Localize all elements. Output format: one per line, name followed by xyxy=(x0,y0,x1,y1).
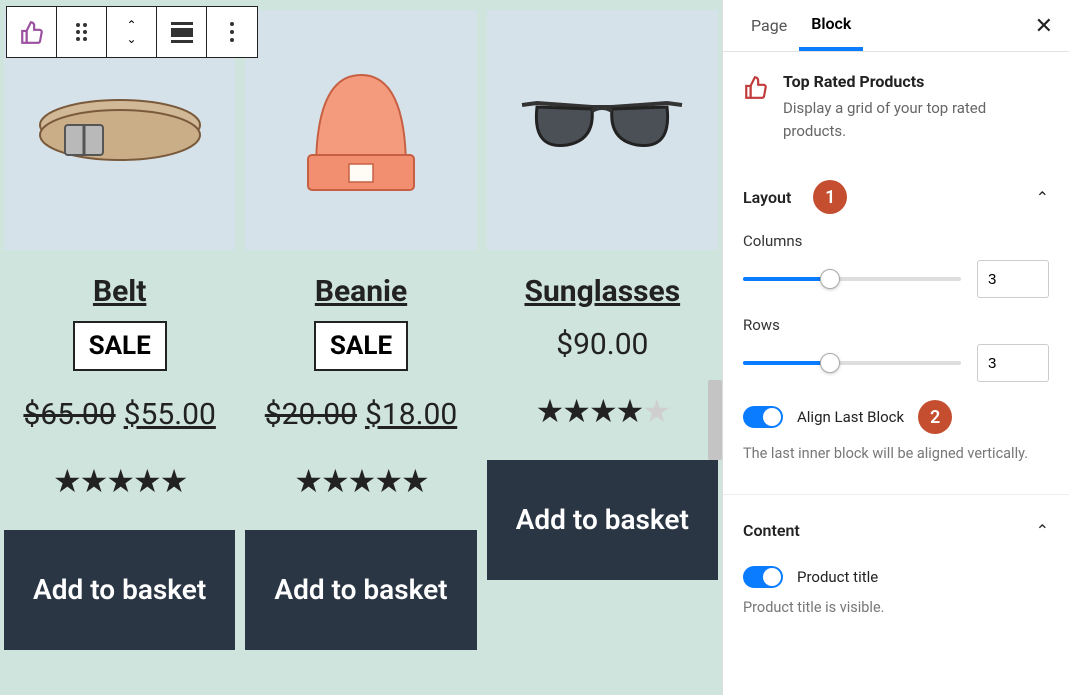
sale-badge: SALE xyxy=(73,321,167,371)
editor-canvas[interactable]: ⌃⌄ Belt SALE $65.00 xyxy=(0,0,722,695)
drag-handle-button[interactable] xyxy=(57,7,107,57)
product-title-link[interactable]: Sunglasses xyxy=(524,274,680,309)
tab-block[interactable]: Block xyxy=(799,0,863,51)
rows-input[interactable] xyxy=(977,344,1049,382)
more-vertical-icon xyxy=(230,22,234,42)
scrollbar[interactable] xyxy=(706,0,722,695)
product-title-help: Product title is visible. xyxy=(743,598,1049,618)
columns-slider[interactable] xyxy=(743,277,961,281)
belt-icon xyxy=(30,85,210,175)
chevron-up-icon: ⌃ xyxy=(1036,521,1049,540)
block-description: Display a grid of your top rated product… xyxy=(783,97,1049,142)
align-last-block-help: The last inner block will be aligned ver… xyxy=(743,444,1049,464)
product-card: Beanie SALE $20.00 $18.00 ★★★★★ Add to b… xyxy=(245,4,476,650)
add-to-basket-button[interactable]: Add to basket xyxy=(487,460,718,580)
tab-page[interactable]: Page xyxy=(739,2,799,49)
chevron-up-icon: ⌃ xyxy=(1036,188,1049,207)
move-up-down-button[interactable]: ⌃⌄ xyxy=(107,7,157,57)
product-title-link[interactable]: Beanie xyxy=(315,274,407,309)
product-image xyxy=(487,10,718,250)
content-section-toggle[interactable]: Content ⌃ xyxy=(723,509,1069,552)
close-sidebar-button[interactable]: ✕ xyxy=(1035,14,1053,39)
price-old: $65.00 xyxy=(23,397,115,432)
section-divider xyxy=(723,494,1069,495)
layout-section-toggle[interactable]: Layout 1 ⌃ xyxy=(723,168,1069,226)
product-card: Sunglasses $90.00 ★★★★★ Add to basket xyxy=(487,4,718,650)
product-rating: ★★★★★ xyxy=(53,462,186,500)
annotation-2: 2 xyxy=(918,400,952,434)
beanie-icon xyxy=(286,50,436,210)
rows-slider[interactable] xyxy=(743,361,961,365)
sidebar-tabs: Page Block ✕ xyxy=(723,0,1069,52)
product-image xyxy=(245,10,476,250)
block-title: Top Rated Products xyxy=(783,72,1049,91)
product-rating: ★★★★★ xyxy=(536,392,669,430)
product-price: $65.00 $55.00 xyxy=(23,397,215,432)
slider-knob[interactable] xyxy=(820,269,840,289)
thumbs-up-icon xyxy=(743,74,769,142)
columns-input[interactable] xyxy=(977,260,1049,298)
price-new: $18.00 xyxy=(365,397,457,432)
layout-heading: Layout xyxy=(743,188,791,207)
scrollbar-thumb[interactable] xyxy=(708,380,722,460)
block-toolbar: ⌃⌄ xyxy=(6,6,258,58)
product-title-link[interactable]: Belt xyxy=(93,274,146,309)
slider-knob[interactable] xyxy=(820,353,840,373)
product-title-toggle[interactable] xyxy=(743,566,783,588)
content-heading: Content xyxy=(743,521,800,540)
product-rating: ★★★★★ xyxy=(294,462,427,500)
align-last-block-label: Align Last Block xyxy=(797,408,904,426)
product-title-label: Product title xyxy=(797,568,878,586)
price-old: $20.00 xyxy=(265,397,357,432)
thumbs-up-icon xyxy=(19,19,45,45)
annotation-1: 1 xyxy=(813,180,847,214)
block-type-button[interactable] xyxy=(7,7,57,57)
block-info: Top Rated Products Display a grid of you… xyxy=(723,52,1069,168)
layout-section-body: Columns Rows Align Last Block xyxy=(723,226,1069,480)
chevrons-icon: ⌃⌄ xyxy=(126,19,136,45)
content-section-body: Product title Product title is visible. xyxy=(723,552,1069,634)
products-grid: Belt SALE $65.00 $55.00 ★★★★★ Add to bas… xyxy=(4,4,718,650)
columns-label: Columns xyxy=(743,232,1049,250)
align-button[interactable] xyxy=(157,7,207,57)
settings-sidebar: Page Block ✕ Top Rated Products Display … xyxy=(722,0,1069,695)
align-icon xyxy=(171,22,193,43)
product-price: $20.00 $18.00 xyxy=(265,397,457,432)
sunglasses-icon xyxy=(517,95,687,165)
rows-label: Rows xyxy=(743,316,1049,334)
add-to-basket-button[interactable]: Add to basket xyxy=(245,530,476,650)
price-new: $55.00 xyxy=(124,397,216,432)
product-price: $90.00 xyxy=(556,327,648,362)
drag-handle-icon xyxy=(76,23,87,41)
sale-badge: SALE xyxy=(314,321,408,371)
add-to-basket-button[interactable]: Add to basket xyxy=(4,530,235,650)
align-last-block-toggle[interactable] xyxy=(743,406,783,428)
more-options-button[interactable] xyxy=(207,7,257,57)
product-card: Belt SALE $65.00 $55.00 ★★★★★ Add to bas… xyxy=(4,4,235,650)
